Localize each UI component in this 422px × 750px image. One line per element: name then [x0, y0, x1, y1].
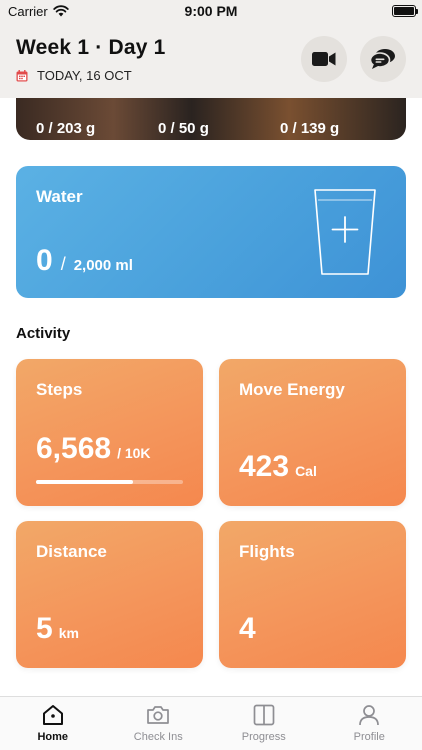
steps-card[interactable]: Steps 6,568 / 10K — [16, 359, 203, 506]
tab-bar: Home Check Ins Progress Profile — [0, 696, 422, 750]
steps-goal: / 10K — [117, 445, 151, 461]
home-icon — [42, 705, 63, 725]
steps-label: Steps — [36, 380, 83, 399]
flights-label: Flights — [239, 542, 295, 561]
battery-icon — [392, 5, 418, 17]
tab-check-ins-label: Check Ins — [133, 731, 183, 743]
water-label: Water — [36, 187, 83, 206]
tab-home-label: Home — [37, 731, 69, 743]
camera-icon — [147, 706, 170, 724]
move-energy-unit: Cal — [295, 463, 317, 479]
steps-progress-fill — [36, 480, 133, 484]
water-current: 0 — [36, 244, 53, 277]
status-bar: Carrier 9:00 PM — [0, 0, 422, 22]
water-value: 0 / 2,000 ml — [36, 244, 133, 278]
date-label: TODAY, 16 OCT — [37, 68, 132, 83]
tab-profile[interactable]: Profile — [317, 697, 422, 750]
water-total: 2,000 ml — [73, 257, 133, 274]
move-energy-label: Move Energy — [239, 380, 345, 399]
video-button[interactable] — [301, 36, 347, 82]
tab-progress-label: Progress — [241, 731, 286, 743]
date-row[interactable]: TODAY, 16 OCT — [16, 68, 132, 83]
activity-title: Activity — [16, 325, 71, 342]
flights-card[interactable]: Flights 4 — [219, 521, 406, 668]
person-icon — [359, 705, 380, 726]
header: Carrier 9:00 PM Week 1 · Day 1 TODAY, 16… — [0, 0, 422, 98]
split-square-icon — [253, 704, 275, 726]
move-energy-value: 423 Cal — [239, 450, 317, 484]
distance-label: Distance — [36, 542, 107, 561]
distance-card[interactable]: Distance 5 km — [16, 521, 203, 668]
video-camera-icon — [312, 52, 336, 66]
chat-bubbles-icon — [370, 49, 395, 69]
steps-count: 6,568 — [36, 432, 112, 465]
fat-value: 0 / 50 g — [158, 120, 209, 137]
chat-button[interactable] — [360, 36, 406, 82]
flights-count: 4 — [239, 612, 256, 645]
tab-profile-label: Profile — [353, 731, 385, 743]
status-time: 9:00 PM — [184, 3, 238, 19]
steps-value: 6,568 / 10K — [36, 432, 151, 466]
move-energy-count: 423 — [239, 450, 290, 483]
tab-check-ins[interactable]: Check Ins — [106, 697, 212, 750]
move-energy-card[interactable]: Move Energy 423 Cal — [219, 359, 406, 506]
tab-home[interactable]: Home — [0, 697, 106, 750]
carbs-value: 0 / 203 g — [36, 120, 96, 137]
page-title: Week 1 · Day 1 — [16, 36, 166, 59]
steps-progress — [36, 480, 183, 484]
tab-progress[interactable]: Progress — [211, 697, 317, 750]
distance-count: 5 — [36, 612, 53, 645]
water-separator: / — [60, 254, 66, 274]
distance-unit: km — [58, 625, 79, 641]
water-card[interactable]: Water 0 / 2,000 ml — [16, 166, 406, 298]
flights-value: 4 — [239, 612, 256, 646]
protein-value: 0 / 139 g — [280, 120, 340, 137]
distance-value: 5 km — [36, 612, 79, 646]
calendar-icon — [16, 69, 28, 81]
add-water-glass-icon[interactable] — [313, 186, 377, 278]
